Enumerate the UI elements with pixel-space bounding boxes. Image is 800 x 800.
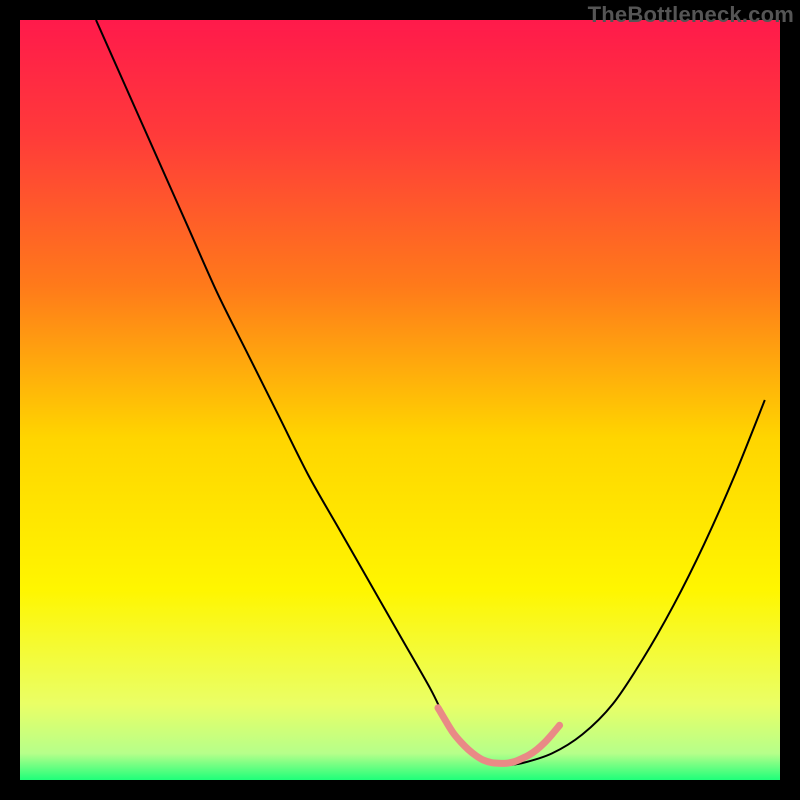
gradient-background (20, 20, 780, 780)
watermark-text: TheBottleneck.com (588, 2, 794, 28)
chart-frame: TheBottleneck.com (0, 0, 800, 800)
bottleneck-curve-chart (20, 20, 780, 780)
plot-area (20, 20, 780, 780)
